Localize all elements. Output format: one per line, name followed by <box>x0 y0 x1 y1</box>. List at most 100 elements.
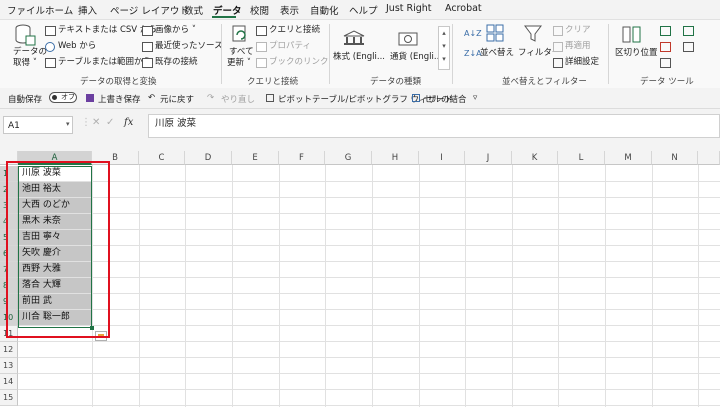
column-header-h[interactable]: H <box>372 151 419 165</box>
row-header-13[interactable]: 13 <box>0 358 18 374</box>
currency-button[interactable]: 通貨 (Engli... <box>390 52 442 63</box>
text-to-columns-icon <box>622 26 641 43</box>
text-to-columns-button[interactable]: 区切り位置 <box>615 48 658 59</box>
column-header-g[interactable]: G <box>325 151 372 165</box>
column-header-j[interactable]: J <box>465 151 512 165</box>
menu-data[interactable]: データ <box>213 3 242 17</box>
redo-icon[interactable]: ↷ <box>207 93 214 103</box>
redo-button[interactable]: やり直し <box>221 93 255 105</box>
row-gridline <box>18 389 720 390</box>
row-gridline <box>18 325 720 326</box>
row-gridline <box>18 197 720 198</box>
column-header-o[interactable] <box>698 151 720 165</box>
menu-insert[interactable]: 挿入 <box>78 3 97 17</box>
row-gridline <box>18 213 720 214</box>
column-header-l[interactable]: L <box>558 151 605 165</box>
menu-home[interactable]: ホーム <box>45 3 73 17</box>
enter-icon[interactable]: ✓ <box>106 117 114 128</box>
menu-formulas[interactable]: 数式 <box>184 3 203 17</box>
relationships-icon[interactable] <box>683 42 694 52</box>
merge-cells-icon[interactable] <box>412 94 420 102</box>
remove-duplicates-icon[interactable] <box>660 42 671 52</box>
column-gridline <box>372 165 373 407</box>
menu-review[interactable]: 校閲 <box>250 3 269 17</box>
column-header-f[interactable]: F <box>279 151 325 165</box>
from-picture-button[interactable]: 画像から ˅ <box>155 25 196 36</box>
row-gridline <box>18 277 720 278</box>
flash-fill-icon[interactable] <box>660 26 671 36</box>
group-label-get-transform: データの取得と変換 <box>80 77 157 87</box>
customize-qat-icon[interactable]: ▿ <box>473 93 477 103</box>
row-header-14[interactable]: 14 <box>0 374 18 390</box>
get-data-label2: 取得 ˅ <box>13 58 37 68</box>
menu-acrobat[interactable]: Acrobat <box>445 3 482 14</box>
get-data-button[interactable]: データの <box>13 47 47 58</box>
column-header-d[interactable]: D <box>185 151 232 165</box>
menu-page-layout[interactable]: ページ レイアウト <box>110 3 189 17</box>
save-icon[interactable] <box>86 94 94 102</box>
undo-icon[interactable]: ↶ <box>148 93 155 103</box>
properties-button[interactable]: プロパティ <box>269 41 311 52</box>
menu-view[interactable]: 表示 <box>280 3 299 17</box>
existing-connections-button[interactable]: 既存の接続 <box>155 57 198 68</box>
column-header-i[interactable]: I <box>419 151 465 165</box>
name-box[interactable]: A1 <box>3 116 73 134</box>
name-box-dropdown-icon[interactable]: ▾ <box>66 120 70 128</box>
workbook-links-button[interactable]: ブックのリンク <box>269 57 329 68</box>
formula-input[interactable]: 川原 波菜 <box>148 114 720 138</box>
image-icon <box>142 26 153 36</box>
consolidate-icon[interactable] <box>683 26 694 36</box>
autosave-label: 自動保存 <box>8 95 43 105</box>
row-header-12[interactable]: 12 <box>0 342 18 358</box>
insert-function-button[interactable]: fx <box>124 117 133 128</box>
recent-sources-button[interactable]: 最近使ったソース <box>155 41 223 52</box>
clear-filter-button[interactable]: クリア <box>565 25 591 36</box>
refresh-all-label2: 更新 ˅ <box>227 58 251 68</box>
queries-connections-icon <box>256 26 267 36</box>
cancel-icon[interactable]: ✕ <box>92 117 100 128</box>
from-web-button[interactable]: Web から <box>58 41 96 52</box>
row-gridline <box>18 181 720 182</box>
sort-za-icon[interactable]: Z↓A <box>464 48 482 59</box>
undo-button[interactable]: 元に戻す <box>160 93 194 105</box>
autosave-toggle[interactable]: オフ <box>49 92 77 103</box>
column-header-c[interactable]: C <box>139 151 185 165</box>
group-separator <box>608 24 609 84</box>
group-label-data-tools: データ ツール <box>640 77 694 87</box>
column-gridline <box>605 165 606 407</box>
group-separator <box>452 24 453 84</box>
menu-automate[interactable]: 自動化 <box>310 3 339 17</box>
menu-file[interactable]: ファイル <box>7 3 45 17</box>
queries-connections-button[interactable]: クエリと接続 <box>269 25 320 36</box>
advanced-filter-button[interactable]: 詳細設定 <box>565 57 599 68</box>
column-gridline <box>139 165 140 407</box>
reapply-button[interactable]: 再適用 <box>565 41 591 52</box>
row-gridline <box>18 357 720 358</box>
column-header-m[interactable]: M <box>605 151 652 165</box>
save-button[interactable]: 上書き保存 <box>98 93 141 105</box>
from-table-range-button[interactable]: テーブルまたは範囲から <box>58 57 151 68</box>
toggle-knob <box>52 95 57 100</box>
existing-connections-icon <box>142 58 153 68</box>
row-header-15[interactable]: 15 <box>0 390 18 406</box>
data-validation-icon[interactable] <box>660 58 671 68</box>
pivot-wizard-icon[interactable] <box>266 94 274 102</box>
row-gridline <box>18 293 720 294</box>
column-header-n[interactable]: N <box>652 151 698 165</box>
sort-az-icon[interactable]: A↓Z <box>464 28 482 39</box>
menu-help[interactable]: ヘルプ <box>349 3 378 17</box>
refresh-all-button[interactable]: すべて <box>229 47 254 58</box>
sort-button[interactable]: 並べ替え <box>480 48 514 59</box>
sort-icon <box>486 24 504 42</box>
column-gridline <box>419 165 420 407</box>
group-label-data-types: データの種類 <box>370 77 422 87</box>
row-gridline <box>18 405 720 406</box>
gallery-scroll[interactable]: ▴ ▾ ▾ <box>438 26 450 70</box>
column-header-e[interactable]: E <box>232 151 279 165</box>
stocks-button[interactable]: 株式 (Engli... <box>333 52 385 63</box>
column-header-k[interactable]: K <box>512 151 558 165</box>
menu-bar: ファイル ホーム 挿入 ページ レイアウト 数式 データ 校閲 表示 自動化 ヘ… <box>0 0 720 18</box>
menu-just-right[interactable]: Just Right <box>386 3 432 14</box>
text-csv-icon <box>45 26 56 36</box>
merge-cells-button[interactable]: セルの結合 <box>424 93 467 105</box>
